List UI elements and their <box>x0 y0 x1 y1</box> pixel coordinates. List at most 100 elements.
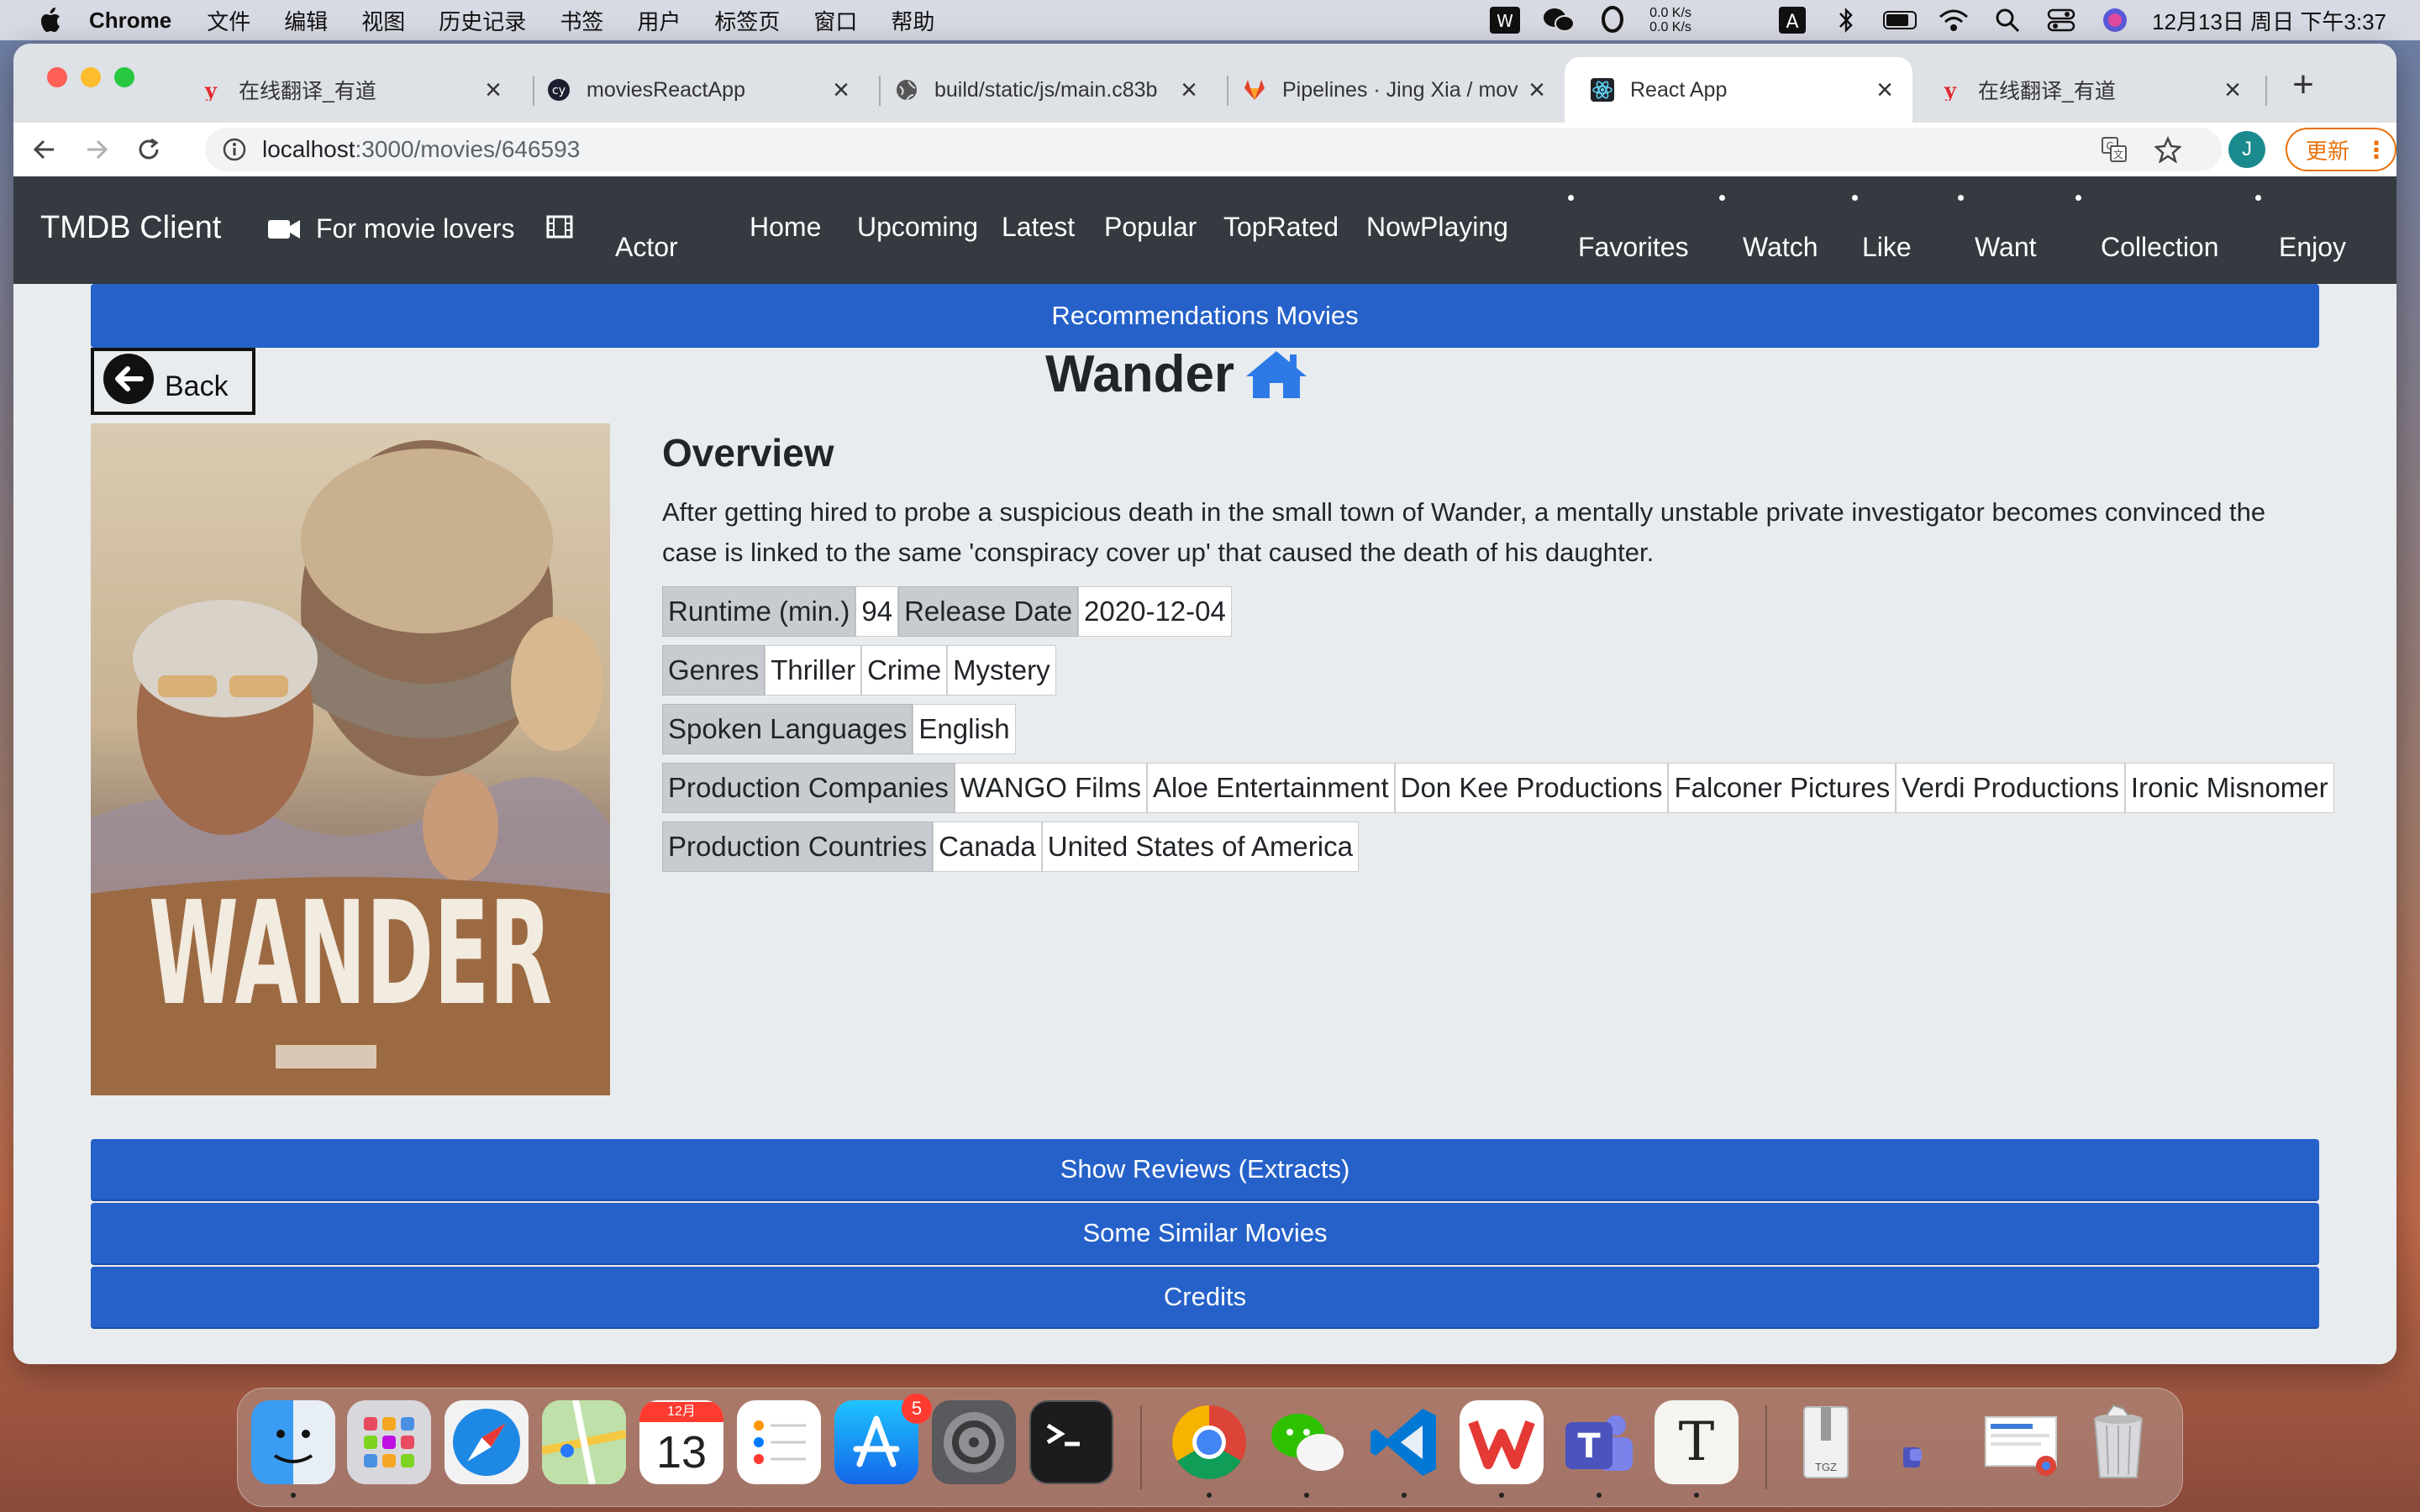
back-button[interactable]: Back <box>91 348 255 415</box>
nav-link-upcoming[interactable]: Upcoming <box>857 212 978 243</box>
menu-view[interactable]: 视图 <box>361 5 405 36</box>
chrome-icon[interactable] <box>1167 1400 1251 1484</box>
net-upload-speed: 0.0 K/s <box>1649 6 1691 20</box>
menu-tabs[interactable]: 标签页 <box>714 5 780 36</box>
system-preferences-icon[interactable] <box>932 1400 1016 1484</box>
tab-close-icon[interactable]: × <box>1176 74 1202 107</box>
arrow-right-icon <box>87 139 108 160</box>
tab-close-icon[interactable]: × <box>1524 74 1549 107</box>
address-bar[interactable]: localhost:3000/movies/646593 <box>205 128 2222 171</box>
qq-status-icon[interactable] <box>1596 6 1629 34</box>
siri-icon[interactable] <box>2098 6 2132 34</box>
downloads-stack-icon[interactable] <box>1881 1400 1965 1484</box>
app-navbar: TMDB Client For movie lovers Actor Home … <box>13 176 2396 284</box>
trash-icon[interactable] <box>2076 1400 2160 1484</box>
nav-link-favorites[interactable]: Favorites <box>1578 232 1689 263</box>
menu-edit[interactable]: 编辑 <box>284 5 328 36</box>
nav-link-enjoy[interactable]: Enjoy <box>2279 232 2346 263</box>
launchpad-icon[interactable] <box>347 1400 431 1484</box>
safari-icon[interactable] <box>445 1400 529 1484</box>
youdao-icon: y <box>1938 77 1963 102</box>
spotlight-search-icon[interactable] <box>1991 6 2024 34</box>
apple-icon[interactable] <box>34 3 67 37</box>
window-close-button[interactable] <box>47 67 67 87</box>
browser-tab[interactable]: build/static/js/main.c83b × <box>869 57 1217 123</box>
recommendations-button[interactable]: Recommendations Movies <box>91 284 2319 348</box>
arrow-left-icon <box>33 139 54 160</box>
window-zoom-button[interactable] <box>114 67 134 87</box>
profile-avatar[interactable]: J <box>2228 131 2265 168</box>
tab-title: moviesReactApp <box>587 77 745 102</box>
wps-icon[interactable] <box>1460 1400 1544 1484</box>
wps-status-icon[interactable]: W <box>1488 6 1522 34</box>
browser-window: y 在线翻译_有道 × cy moviesReactApp × build/st… <box>13 44 2396 1364</box>
app-brand[interactable]: TMDB Client <box>40 210 221 246</box>
release-label-chip: Release Date <box>898 586 1079 637</box>
similar-movies-button[interactable]: Some Similar Movies <box>91 1203 2319 1265</box>
home-icon[interactable] <box>1244 348 1308 402</box>
archive-file-icon[interactable]: TGZ <box>1784 1400 1868 1484</box>
browser-tab[interactable]: y 在线翻译_有道 × <box>173 57 521 123</box>
input-method-icon[interactable]: A <box>1776 6 1809 34</box>
textedit-icon[interactable]: T <box>1655 1400 1739 1484</box>
tab-close-icon[interactable]: × <box>1872 74 1897 107</box>
wechat-status-icon[interactable] <box>1542 6 1576 34</box>
update-button[interactable]: 更新 ⋮ <box>2286 128 2396 171</box>
running-indicator <box>1499 1493 1504 1498</box>
menu-file[interactable]: 文件 <box>207 5 250 36</box>
control-center-icon[interactable] <box>2044 6 2078 34</box>
overview-text: After getting hired to probe a suspiciou… <box>662 497 2266 567</box>
nav-link-latest[interactable]: Latest <box>1002 212 1075 243</box>
menu-people[interactable]: 用户 <box>637 5 681 36</box>
svg-text:文: 文 <box>2113 148 2123 160</box>
screenshot-stack-icon[interactable] <box>1979 1400 2063 1484</box>
nav-link-collection[interactable]: Collection <box>2101 232 2219 263</box>
wifi-icon[interactable] <box>1937 6 1970 34</box>
teams-icon[interactable]: T <box>1557 1400 1641 1484</box>
back-label: Back <box>165 370 229 402</box>
nav-link-like[interactable]: Like <box>1862 232 1912 263</box>
translate-icon[interactable]: G文 <box>2097 133 2131 166</box>
browser-tab[interactable]: Pipelines · Jing Xia / mov × <box>1217 57 1565 123</box>
reminders-icon[interactable] <box>737 1400 821 1484</box>
forward-nav-button[interactable] <box>76 129 118 171</box>
menu-history[interactable]: 历史记录 <box>439 5 526 36</box>
browser-tab[interactable]: cy moviesReactApp × <box>521 57 869 123</box>
menu-bookmarks[interactable]: 书签 <box>560 5 603 36</box>
window-minimize-button[interactable] <box>81 67 101 87</box>
nav-link-actor[interactable]: Actor <box>615 232 678 263</box>
menubar-clock[interactable]: 12月13日 周日 下午3:37 <box>2152 5 2386 36</box>
terminal-icon[interactable] <box>1029 1400 1113 1484</box>
nav-link-toprated[interactable]: TopRated <box>1223 212 1339 243</box>
menu-window[interactable]: 窗口 <box>813 5 857 36</box>
bluetooth-icon[interactable] <box>1829 6 1863 34</box>
battery-icon[interactable] <box>1883 6 1918 34</box>
vscode-icon[interactable] <box>1362 1400 1446 1484</box>
new-tab-button[interactable]: + <box>2282 64 2324 106</box>
tab-close-icon[interactable]: × <box>829 74 854 107</box>
kebab-menu-icon[interactable]: ⋮ <box>2365 136 2388 164</box>
nav-link-nowplaying[interactable]: NowPlaying <box>1366 212 1508 243</box>
nav-link-watch[interactable]: Watch <box>1743 232 1818 263</box>
info-icon[interactable] <box>222 137 247 162</box>
cypress-icon: cy <box>546 77 571 102</box>
show-reviews-button[interactable]: Show Reviews (Extracts) <box>91 1139 2319 1201</box>
finder-icon[interactable] <box>251 1400 335 1484</box>
browser-tab-active[interactable]: React App × <box>1565 57 1912 123</box>
nav-link-home[interactable]: Home <box>750 212 821 243</box>
bookmark-star-icon[interactable] <box>2151 133 2185 166</box>
maps-icon[interactable] <box>542 1400 626 1484</box>
menu-help[interactable]: 帮助 <box>891 5 934 36</box>
back-nav-button[interactable] <box>24 129 66 171</box>
tab-close-icon[interactable]: × <box>2220 74 2245 107</box>
credits-button[interactable]: Credits <box>91 1267 2319 1329</box>
nav-link-want[interactable]: Want <box>1975 232 2037 263</box>
app-store-badge: 5 <box>902 1394 932 1424</box>
reload-button[interactable] <box>128 129 170 171</box>
tab-close-icon[interactable]: × <box>481 74 506 107</box>
menu-app-name[interactable]: Chrome <box>89 8 171 34</box>
nav-link-popular[interactable]: Popular <box>1104 212 1197 243</box>
browser-tab[interactable]: y 在线翻译_有道 × <box>1912 57 2260 123</box>
calendar-icon[interactable]: 12月 13 <box>639 1400 723 1484</box>
wechat-icon[interactable] <box>1265 1400 1349 1484</box>
